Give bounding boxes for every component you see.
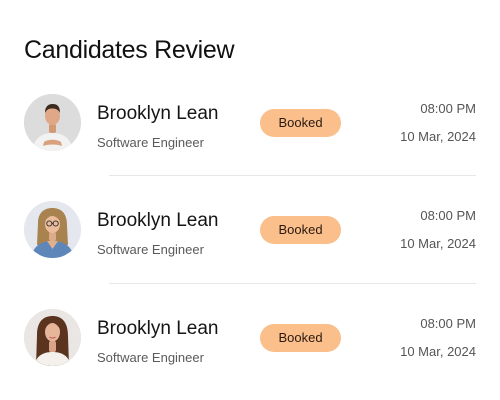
interview-time: 08:00 PM — [420, 208, 476, 223]
candidates-review-card: Candidates Review Brooklyn Lean Software… — [0, 0, 500, 400]
female-portrait-icon — [24, 309, 81, 366]
candidate-row[interactable]: Brooklyn Lean Software Engineer Booked 0… — [0, 201, 500, 281]
status-badge: Booked — [260, 324, 341, 352]
candidate-role: Software Engineer — [97, 135, 204, 150]
row-divider — [109, 175, 476, 176]
candidate-role: Software Engineer — [97, 242, 204, 257]
candidate-row[interactable]: Brooklyn Lean Software Engineer Booked 0… — [0, 309, 500, 389]
candidate-name: Brooklyn Lean — [97, 210, 219, 231]
card-title: Candidates Review — [24, 36, 235, 64]
male-portrait-icon — [24, 94, 81, 151]
status-badge: Booked — [260, 216, 341, 244]
interview-date: 10 Mar, 2024 — [400, 236, 476, 251]
candidate-role: Software Engineer — [97, 350, 204, 365]
candidate-name: Brooklyn Lean — [97, 103, 219, 124]
interview-date: 10 Mar, 2024 — [400, 344, 476, 359]
interview-time: 08:00 PM — [420, 316, 476, 331]
candidate-row[interactable]: Brooklyn Lean Software Engineer Booked 0… — [0, 94, 500, 174]
interview-date: 10 Mar, 2024 — [400, 129, 476, 144]
avatar — [24, 94, 81, 151]
female-portrait-glasses-icon — [24, 201, 81, 258]
avatar — [24, 309, 81, 366]
status-badge: Booked — [260, 109, 341, 137]
interview-time: 08:00 PM — [420, 101, 476, 116]
avatar — [24, 201, 81, 258]
row-divider — [109, 283, 476, 284]
candidate-name: Brooklyn Lean — [97, 318, 219, 339]
